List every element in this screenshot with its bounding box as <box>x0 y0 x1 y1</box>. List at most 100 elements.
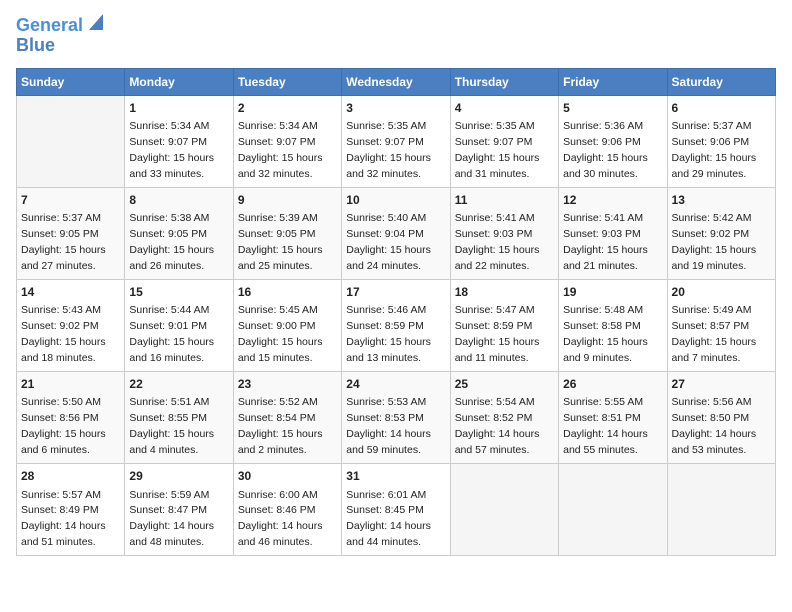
day-info: Sunrise: 5:49 AM Sunset: 8:57 PM Dayligh… <box>672 304 757 364</box>
calendar-week-row: 28Sunrise: 5:57 AM Sunset: 8:49 PM Dayli… <box>17 464 776 556</box>
day-number: 26 <box>563 376 662 393</box>
calendar-week-row: 7Sunrise: 5:37 AM Sunset: 9:05 PM Daylig… <box>17 187 776 279</box>
calendar-week-row: 1 Sunrise: 5:34 AM Sunset: 9:07 PM Daylig… <box>17 95 776 187</box>
weekday-header-sunday: Sunday <box>17 68 125 95</box>
day-number: 25 <box>455 376 554 393</box>
day-number: 1 <box>129 100 228 117</box>
day-info: Sunrise: 5:51 AM Sunset: 8:55 PM Dayligh… <box>129 396 214 456</box>
day-number: 7 <box>21 192 120 209</box>
day-number: 13 <box>672 192 771 209</box>
day-info: Sunrise: 5:56 AM Sunset: 8:50 PM Dayligh… <box>672 396 757 456</box>
day-number: 22 <box>129 376 228 393</box>
day-info: Sunrise: 5:34 AM Sunset: 9:07 PM Dayligh… <box>129 120 214 180</box>
day-number: 11 <box>455 192 554 209</box>
calendar-cell: 10Sunrise: 5:40 AM Sunset: 9:04 PM Dayli… <box>342 187 450 279</box>
logo-triangle-icon <box>85 14 103 32</box>
weekday-header-friday: Friday <box>559 68 667 95</box>
day-info: Sunrise: 5:53 AM Sunset: 8:53 PM Dayligh… <box>346 396 431 456</box>
day-info: Sunrise: 6:00 AM Sunset: 8:46 PM Dayligh… <box>238 489 323 549</box>
calendar-cell: 1 Sunrise: 5:34 AM Sunset: 9:07 PM Daylig… <box>125 95 233 187</box>
calendar-cell: 9Sunrise: 5:39 AM Sunset: 9:05 PM Daylig… <box>233 187 341 279</box>
calendar-cell: 28Sunrise: 5:57 AM Sunset: 8:49 PM Dayli… <box>17 464 125 556</box>
calendar-header-row: SundayMondayTuesdayWednesdayThursdayFrid… <box>17 68 776 95</box>
calendar-cell: 25 Sunrise: 5:54 AM Sunset: 8:52 PM Dayli… <box>450 372 558 464</box>
weekday-header-thursday: Thursday <box>450 68 558 95</box>
weekday-header-tuesday: Tuesday <box>233 68 341 95</box>
calendar-cell: 13Sunrise: 5:42 AM Sunset: 9:02 PM Dayli… <box>667 187 775 279</box>
day-number: 9 <box>238 192 337 209</box>
day-info: Sunrise: 5:35 AM Sunset: 9:07 PM Dayligh… <box>455 120 540 180</box>
calendar-cell: 7Sunrise: 5:37 AM Sunset: 9:05 PM Daylig… <box>17 187 125 279</box>
calendar-cell: 29 Sunrise: 5:59 AM Sunset: 8:47 PM Dayli… <box>125 464 233 556</box>
day-info: Sunrise: 5:50 AM Sunset: 8:56 PM Dayligh… <box>21 396 106 456</box>
day-info: Sunrise: 5:35 AM Sunset: 9:07 PM Dayligh… <box>346 120 431 180</box>
day-number: 29 <box>129 468 228 485</box>
day-number: 17 <box>346 284 445 301</box>
day-number: 18 <box>455 284 554 301</box>
day-info: Sunrise: 6:01 AM Sunset: 8:45 PM Dayligh… <box>346 489 431 549</box>
day-number: 14 <box>21 284 120 301</box>
day-info: Sunrise: 5:55 AM Sunset: 8:51 PM Dayligh… <box>563 396 648 456</box>
day-number: 30 <box>238 468 337 485</box>
day-number: 8 <box>129 192 228 209</box>
weekday-header-wednesday: Wednesday <box>342 68 450 95</box>
calendar-cell: 26 Sunrise: 5:55 AM Sunset: 8:51 PM Dayli… <box>559 372 667 464</box>
calendar-cell: 18 Sunrise: 5:47 AM Sunset: 8:59 PM Dayli… <box>450 279 558 371</box>
day-number: 3 <box>346 100 445 117</box>
day-number: 6 <box>672 100 771 117</box>
day-info: Sunrise: 5:46 AM Sunset: 8:59 PM Dayligh… <box>346 304 431 364</box>
day-info: Sunrise: 5:47 AM Sunset: 8:59 PM Dayligh… <box>455 304 540 364</box>
day-number: 15 <box>129 284 228 301</box>
calendar-cell: 16 Sunrise: 5:45 AM Sunset: 9:00 PM Dayli… <box>233 279 341 371</box>
day-number: 12 <box>563 192 662 209</box>
day-info: Sunrise: 5:54 AM Sunset: 8:52 PM Dayligh… <box>455 396 540 456</box>
calendar-cell: 22 Sunrise: 5:51 AM Sunset: 8:55 PM Dayli… <box>125 372 233 464</box>
day-info: Sunrise: 5:59 AM Sunset: 8:47 PM Dayligh… <box>129 489 214 549</box>
calendar-cell: 20 Sunrise: 5:49 AM Sunset: 8:57 PM Dayli… <box>667 279 775 371</box>
calendar-table: SundayMondayTuesdayWednesdayThursdayFrid… <box>16 68 776 557</box>
day-info: Sunrise: 5:57 AM Sunset: 8:49 PM Dayligh… <box>21 489 106 549</box>
day-info: Sunrise: 5:44 AM Sunset: 9:01 PM Dayligh… <box>129 304 214 364</box>
calendar-cell: 4 Sunrise: 5:35 AM Sunset: 9:07 PM Daylig… <box>450 95 558 187</box>
calendar-cell: 27Sunrise: 5:56 AM Sunset: 8:50 PM Dayli… <box>667 372 775 464</box>
day-number: 19 <box>563 284 662 301</box>
calendar-cell: 15 Sunrise: 5:44 AM Sunset: 9:01 PM Dayli… <box>125 279 233 371</box>
calendar-cell <box>450 464 558 556</box>
page-header: General Blue <box>16 16 776 56</box>
weekday-header-saturday: Saturday <box>667 68 775 95</box>
calendar-cell: 19 Sunrise: 5:48 AM Sunset: 8:58 PM Dayli… <box>559 279 667 371</box>
calendar-cell <box>559 464 667 556</box>
calendar-cell: 11 Sunrise: 5:41 AM Sunset: 9:03 PM Dayli… <box>450 187 558 279</box>
calendar-cell <box>17 95 125 187</box>
day-number: 24 <box>346 376 445 393</box>
day-info: Sunrise: 5:41 AM Sunset: 9:03 PM Dayligh… <box>455 212 540 272</box>
calendar-cell: 31 Sunrise: 6:01 AM Sunset: 8:45 PM Dayli… <box>342 464 450 556</box>
day-number: 21 <box>21 376 120 393</box>
day-info: Sunrise: 5:52 AM Sunset: 8:54 PM Dayligh… <box>238 396 323 456</box>
calendar-cell <box>667 464 775 556</box>
logo: General Blue <box>16 16 103 56</box>
calendar-cell: 2Sunrise: 5:34 AM Sunset: 9:07 PM Daylig… <box>233 95 341 187</box>
day-info: Sunrise: 5:45 AM Sunset: 9:00 PM Dayligh… <box>238 304 323 364</box>
day-info: Sunrise: 5:40 AM Sunset: 9:04 PM Dayligh… <box>346 212 431 272</box>
day-info: Sunrise: 5:38 AM Sunset: 9:05 PM Dayligh… <box>129 212 214 272</box>
day-info: Sunrise: 5:48 AM Sunset: 8:58 PM Dayligh… <box>563 304 648 364</box>
calendar-cell: 14Sunrise: 5:43 AM Sunset: 9:02 PM Dayli… <box>17 279 125 371</box>
calendar-cell: 8 Sunrise: 5:38 AM Sunset: 9:05 PM Daylig… <box>125 187 233 279</box>
day-number: 23 <box>238 376 337 393</box>
day-number: 4 <box>455 100 554 117</box>
calendar-cell: 3 Sunrise: 5:35 AM Sunset: 9:07 PM Daylig… <box>342 95 450 187</box>
calendar-cell: 30 Sunrise: 6:00 AM Sunset: 8:46 PM Dayli… <box>233 464 341 556</box>
day-number: 31 <box>346 468 445 485</box>
calendar-cell: 21 Sunrise: 5:50 AM Sunset: 8:56 PM Dayli… <box>17 372 125 464</box>
weekday-header-monday: Monday <box>125 68 233 95</box>
day-number: 20 <box>672 284 771 301</box>
calendar-cell: 12 Sunrise: 5:41 AM Sunset: 9:03 PM Dayli… <box>559 187 667 279</box>
calendar-cell: 5Sunrise: 5:36 AM Sunset: 9:06 PM Daylig… <box>559 95 667 187</box>
calendar-cell: 23 Sunrise: 5:52 AM Sunset: 8:54 PM Dayli… <box>233 372 341 464</box>
day-number: 16 <box>238 284 337 301</box>
day-info: Sunrise: 5:34 AM Sunset: 9:07 PM Dayligh… <box>238 120 323 180</box>
calendar-cell: 6Sunrise: 5:37 AM Sunset: 9:06 PM Daylig… <box>667 95 775 187</box>
calendar-cell: 17 Sunrise: 5:46 AM Sunset: 8:59 PM Dayli… <box>342 279 450 371</box>
day-info: Sunrise: 5:41 AM Sunset: 9:03 PM Dayligh… <box>563 212 648 272</box>
